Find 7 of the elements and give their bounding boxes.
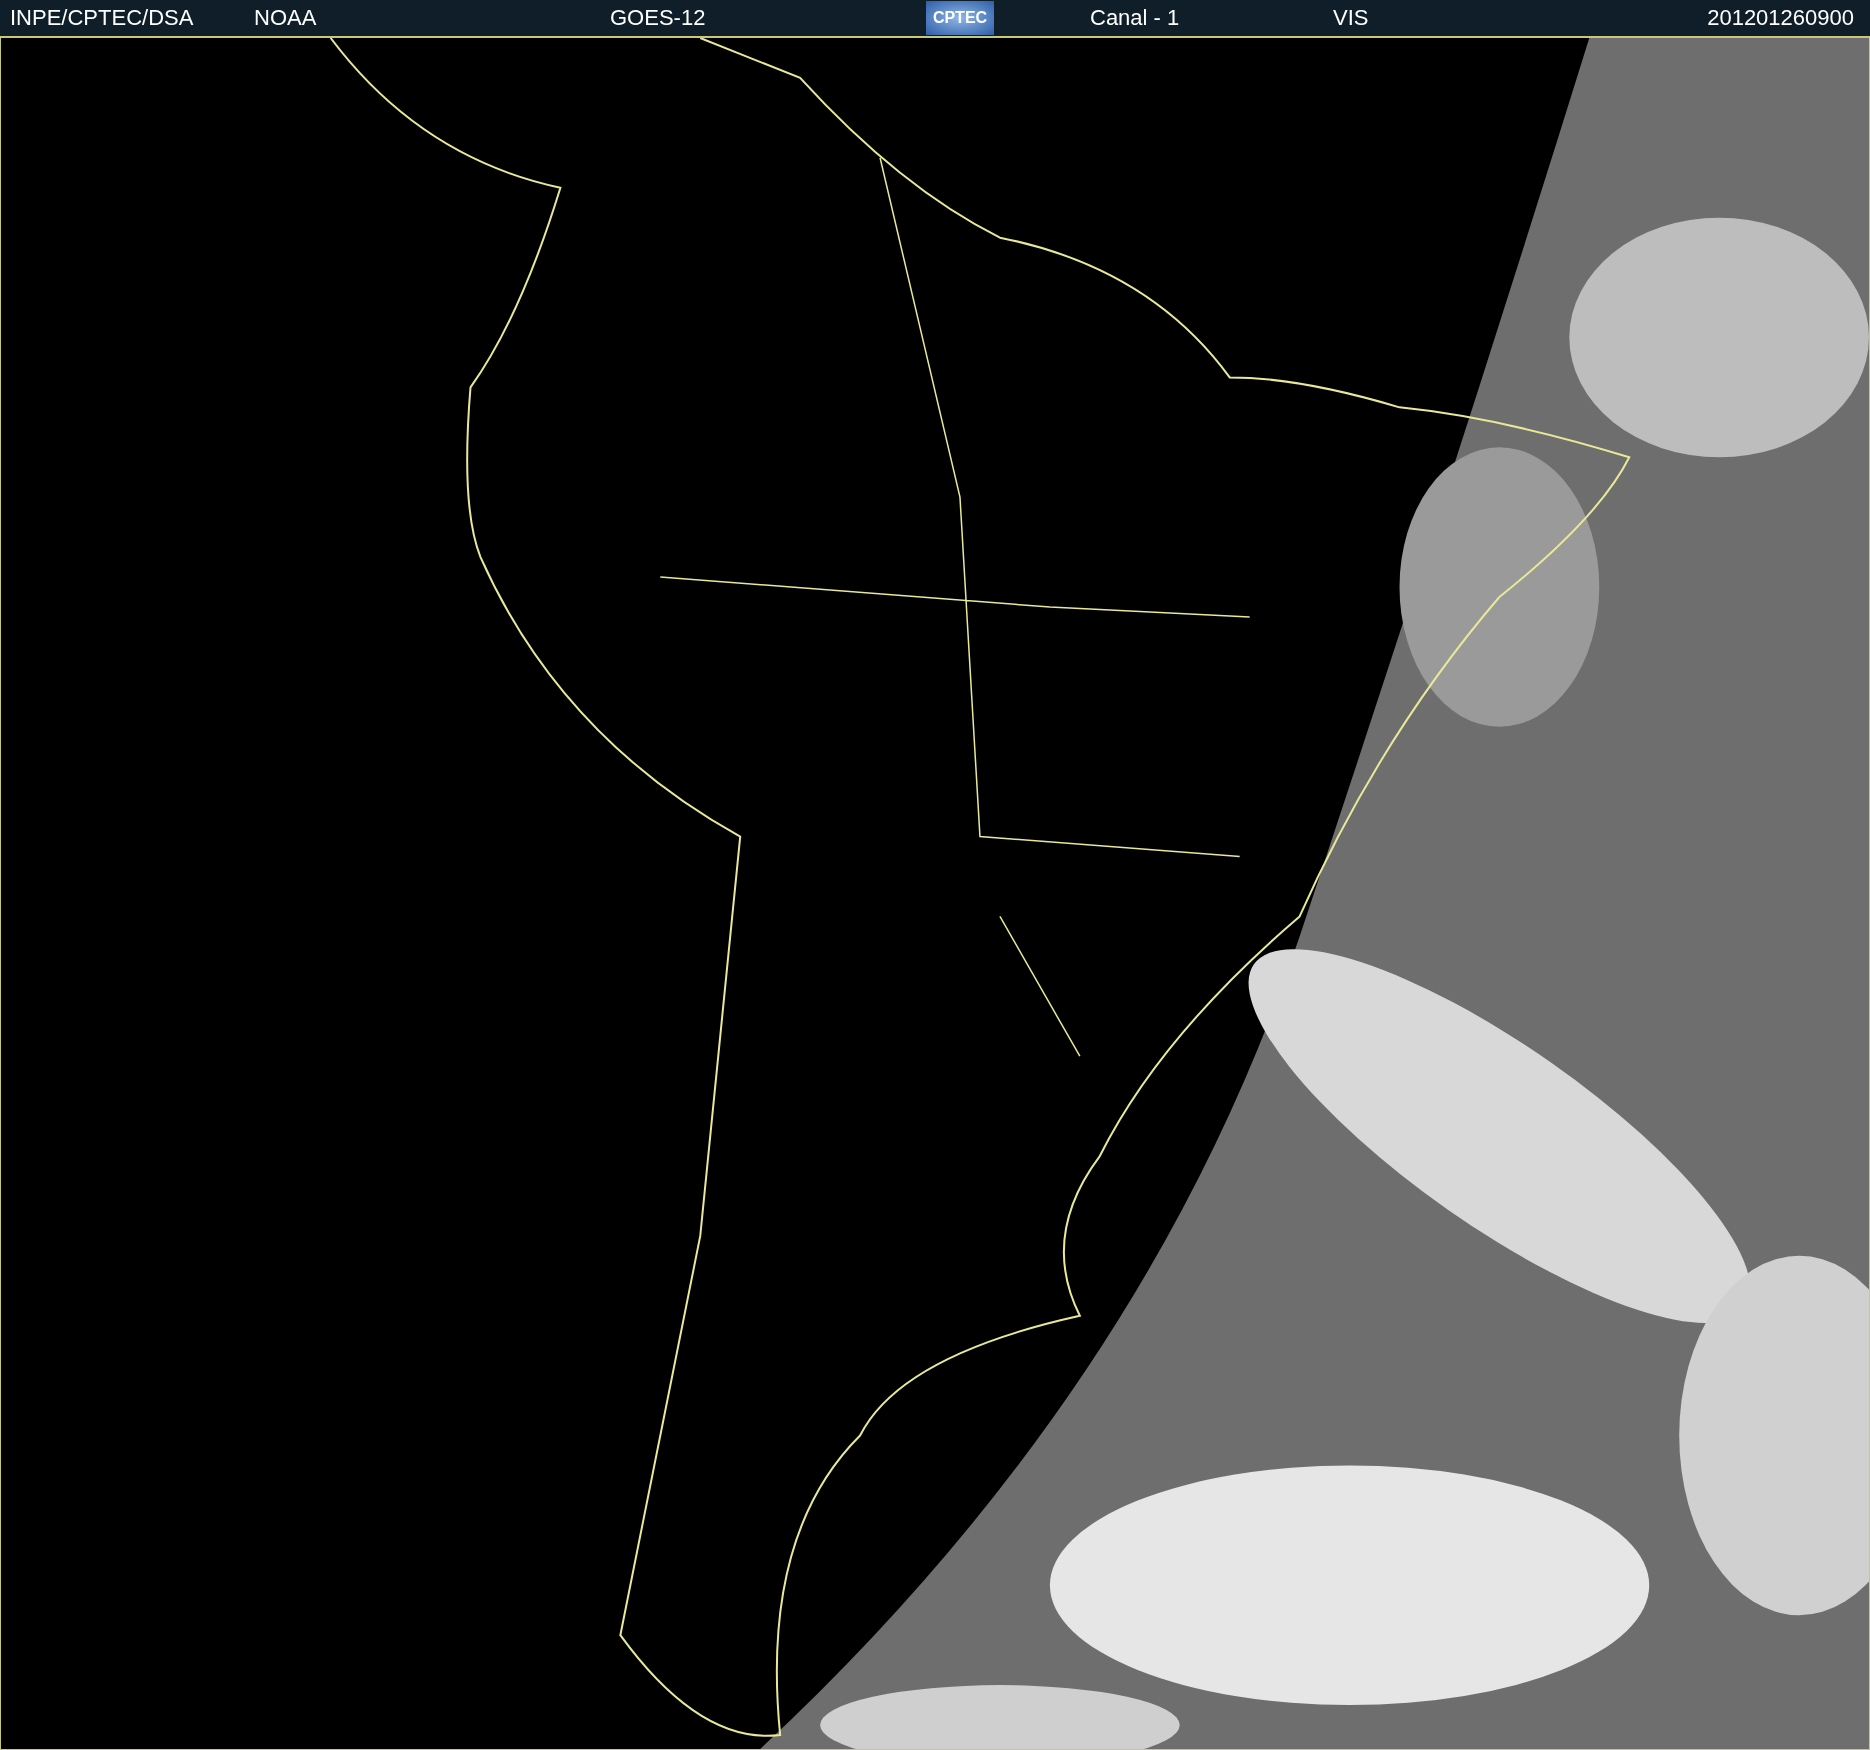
channel-label: Canal - 1 (1090, 5, 1180, 31)
satellite-label: GOES-12 (610, 5, 706, 31)
source-label: INPE/CPTEC/DSA (10, 5, 194, 31)
timestamp-label: 201201260900 (1707, 5, 1854, 31)
band-label: VIS (1333, 5, 1369, 31)
agency-label: NOAA (254, 5, 317, 31)
logo: CPTEC (926, 1, 994, 35)
